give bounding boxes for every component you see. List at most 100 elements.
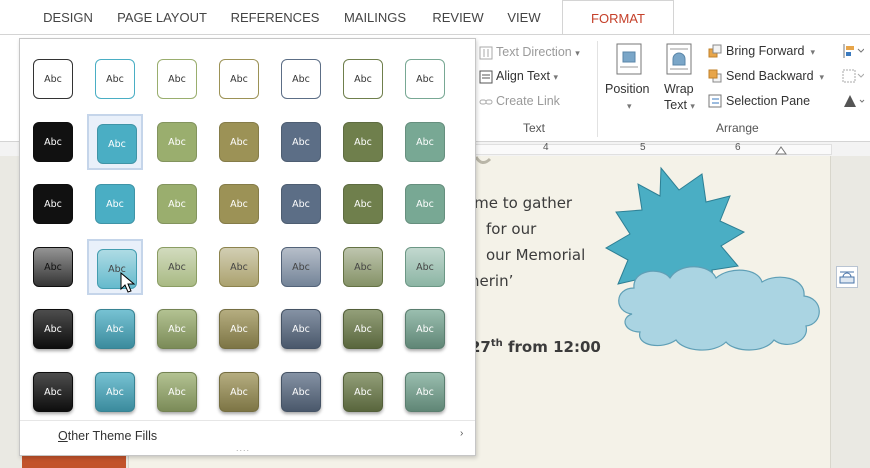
- text-direction-button[interactable]: Text Direction ▾: [496, 45, 580, 59]
- style-swatch-cell[interactable]: Abc: [397, 364, 453, 420]
- tab-review[interactable]: REVIEW: [428, 0, 488, 34]
- doc-line-1[interactable]: ime to gather: [470, 194, 572, 212]
- send-backward-icon: [708, 69, 722, 83]
- style-swatch: Abc: [33, 59, 73, 99]
- style-swatch-cell[interactable]: Abc: [149, 51, 205, 107]
- style-swatch-cell[interactable]: Abc: [335, 51, 391, 107]
- style-swatch-cell[interactable]: Abc: [335, 364, 391, 420]
- style-swatch-cell[interactable]: Abc: [397, 239, 453, 295]
- style-swatch-cell[interactable]: Abc: [25, 239, 81, 295]
- selection-pane-icon: [708, 94, 722, 108]
- style-swatch-cell[interactable]: Abc: [397, 301, 453, 357]
- selection-pane-button[interactable]: Selection Pane: [726, 94, 810, 108]
- group-separator: [597, 41, 598, 137]
- tab-mailings[interactable]: MAILINGS: [336, 0, 414, 34]
- ribbon-tab-bar: DESIGN PAGE LAYOUT REFERENCES MAILINGS R…: [0, 0, 870, 35]
- doc-line-2[interactable]: for our: [486, 220, 536, 238]
- style-swatch: Abc: [157, 371, 197, 412]
- doc-date-line[interactable]: 27th from 12:00: [470, 338, 601, 356]
- resize-grip[interactable]: ....: [236, 443, 250, 453]
- style-swatch-cell[interactable]: Abc: [149, 364, 205, 420]
- style-swatch-cell[interactable]: Abc: [25, 176, 81, 232]
- style-swatch: Abc: [405, 59, 445, 99]
- style-swatch-cell[interactable]: Abc: [87, 51, 143, 107]
- style-swatch-cell[interactable]: Abc: [211, 301, 267, 357]
- style-swatch-cell[interactable]: Abc: [335, 301, 391, 357]
- style-swatch-cell[interactable]: Abc: [273, 301, 329, 357]
- send-backward-button[interactable]: Send Backward ▾: [726, 69, 824, 83]
- align-objects-icon[interactable]: [842, 43, 864, 59]
- ruler-number: 4: [543, 142, 549, 153]
- style-swatch-cell[interactable]: Abc: [273, 239, 329, 295]
- style-swatch-cell[interactable]: Abc: [335, 239, 391, 295]
- style-swatch: Abc: [281, 59, 321, 99]
- gallery-separator: [20, 420, 475, 421]
- style-swatch-cell[interactable]: Abc: [149, 114, 205, 170]
- style-swatch: Abc: [219, 59, 259, 99]
- style-swatch: Abc: [33, 371, 73, 412]
- bring-forward-button[interactable]: Bring Forward ▾: [726, 44, 815, 58]
- style-swatch-cell[interactable]: Abc: [87, 301, 143, 357]
- tab-design[interactable]: DESIGN: [38, 0, 98, 34]
- align-text-label: Align Text: [496, 69, 550, 83]
- style-swatch: Abc: [157, 309, 197, 349]
- style-swatch-cell[interactable]: Abc: [25, 364, 81, 420]
- align-text-icon: [479, 70, 493, 84]
- layout-options-button[interactable]: [836, 266, 858, 288]
- style-swatch: Abc: [343, 371, 383, 412]
- style-swatch-cell[interactable]: Abc: [149, 301, 205, 357]
- style-swatch-cell[interactable]: Abc: [397, 114, 453, 170]
- style-swatch-cell[interactable]: Abc: [335, 176, 391, 232]
- style-swatch: Abc: [97, 123, 137, 164]
- create-link-button[interactable]: Create Link: [496, 94, 560, 108]
- style-swatch-cell[interactable]: Abc: [273, 176, 329, 232]
- link-icon: [479, 99, 493, 105]
- tab-page-layout[interactable]: PAGE LAYOUT: [112, 0, 212, 34]
- style-swatch: Abc: [281, 309, 321, 349]
- style-swatch-cell[interactable]: Abc: [211, 176, 267, 232]
- style-swatch: Abc: [219, 309, 259, 349]
- style-swatch: Abc: [33, 121, 73, 162]
- align-text-button[interactable]: Align Text ▾: [496, 69, 558, 83]
- wrap-label-line1: Wrap: [664, 82, 694, 96]
- doc-line-4[interactable]: herin’: [470, 272, 513, 290]
- style-swatch-cell[interactable]: Abc: [25, 114, 81, 170]
- style-swatch: Abc: [281, 371, 321, 412]
- rotate-icon[interactable]: [842, 93, 866, 109]
- style-swatch: Abc: [95, 59, 135, 99]
- cloud-shape[interactable]: [610, 262, 826, 354]
- style-swatch-cell[interactable]: Abc: [397, 51, 453, 107]
- style-swatch-cell[interactable]: Abc: [273, 51, 329, 107]
- style-swatch: Abc: [33, 246, 73, 287]
- style-swatch-cell[interactable]: Abc: [87, 364, 143, 420]
- mouse-pointer-icon: [120, 272, 136, 293]
- style-swatch-cell[interactable]: Abc: [273, 364, 329, 420]
- style-swatch-cell[interactable]: Abc: [273, 114, 329, 170]
- style-swatch-cell[interactable]: Abc: [149, 176, 205, 232]
- style-swatch-cell[interactable]: Abc: [211, 239, 267, 295]
- tab-format[interactable]: FORMAT: [562, 0, 674, 35]
- tab-references[interactable]: REFERENCES: [228, 0, 322, 34]
- other-theme-fills-item[interactable]: Other Theme Fills: [58, 429, 157, 443]
- style-swatch-cell[interactable]: Abc: [211, 114, 267, 170]
- style-swatch: Abc: [281, 184, 321, 224]
- style-swatch-cell[interactable]: Abc: [397, 176, 453, 232]
- text-group-label: Text: [523, 121, 546, 135]
- style-swatch-cell[interactable]: Abc: [87, 176, 143, 232]
- style-swatch-cell[interactable]: Abc: [335, 114, 391, 170]
- wrap-text-button[interactable]: Wrap Text ▾: [660, 41, 702, 119]
- style-swatch: Abc: [157, 184, 197, 224]
- position-button[interactable]: Position ▾: [602, 41, 658, 119]
- style-swatch-cell[interactable]: Abc: [25, 301, 81, 357]
- wrap-text-icon: [666, 43, 692, 75]
- indent-marker-icon[interactable]: [775, 145, 787, 155]
- style-swatch-cell[interactable]: Abc: [211, 51, 267, 107]
- wrap-label-text: Text: [664, 98, 687, 112]
- group-objects-icon[interactable]: [842, 68, 864, 84]
- style-swatch-cell[interactable]: Abc: [149, 239, 205, 295]
- tab-view[interactable]: VIEW: [498, 0, 550, 34]
- doc-line-3[interactable]: our Memorial: [486, 246, 585, 264]
- style-swatch-cell[interactable]: Abc: [87, 113, 143, 170]
- style-swatch-cell[interactable]: Abc: [211, 364, 267, 420]
- style-swatch-cell[interactable]: Abc: [25, 51, 81, 107]
